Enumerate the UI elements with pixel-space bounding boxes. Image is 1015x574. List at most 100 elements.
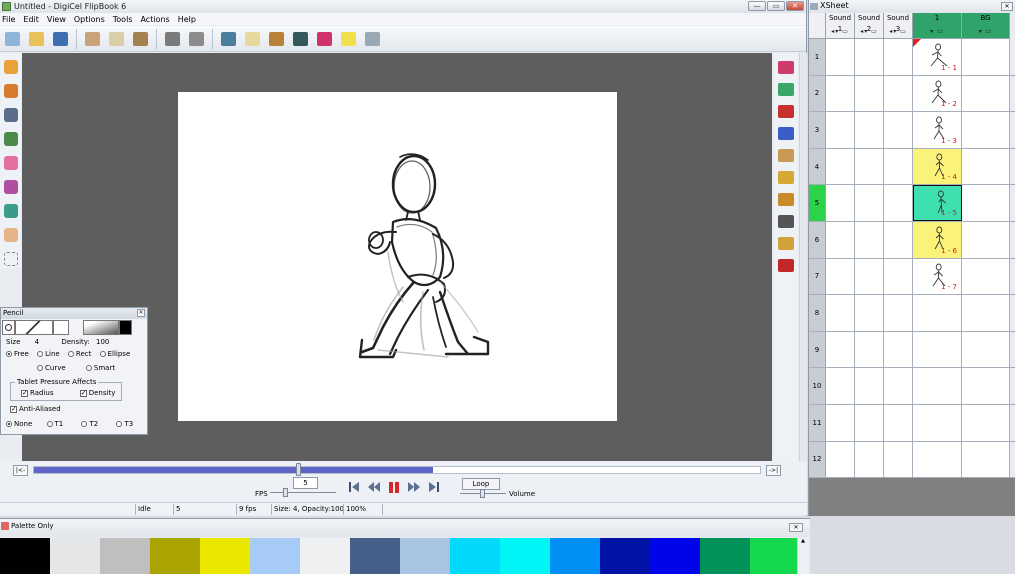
frame-number[interactable]: 10 <box>809 368 826 404</box>
xsheet-column-header[interactable]: 1 ▾ ▭ <box>913 13 962 39</box>
antialias-checkbox[interactable]: ✓ Anti-Aliased <box>10 405 61 413</box>
palette-swatch[interactable] <box>0 538 50 574</box>
hand-tool[interactable] <box>2 225 19 244</box>
soft-brush-icon[interactable] <box>53 320 69 335</box>
fps-slider-thumb[interactable] <box>283 488 288 497</box>
undo-hand-button[interactable] <box>162 28 183 49</box>
frame-number[interactable]: 11 <box>809 404 826 441</box>
sound-cell[interactable] <box>826 331 855 368</box>
bg-cell[interactable] <box>962 148 1010 185</box>
sound-cell[interactable] <box>855 331 884 368</box>
drawing-paper[interactable] <box>178 92 617 421</box>
sound-cell[interactable] <box>884 295 913 331</box>
sound-cell[interactable] <box>855 368 884 404</box>
palette-swatch[interactable] <box>500 538 550 574</box>
canvas-scrollbar[interactable] <box>799 53 807 461</box>
arrow-left-button[interactable] <box>776 256 795 275</box>
palette-swatch[interactable] <box>650 538 700 574</box>
save-disk-button[interactable] <box>50 28 71 49</box>
xsheet-column-header[interactable]: Sound 1 ◂▾ ▭ <box>826 13 855 39</box>
bg-cell[interactable] <box>962 39 1010 75</box>
open-folder-button[interactable] <box>26 28 47 49</box>
palette-swatch[interactable] <box>550 538 600 574</box>
sound-cell[interactable] <box>826 404 855 441</box>
frame-number[interactable]: 4 <box>809 148 826 185</box>
sound-cell[interactable] <box>826 295 855 331</box>
column-controls-icon[interactable]: ◂▾ ▭ <box>826 26 854 36</box>
palette-swatch[interactable] <box>100 538 150 574</box>
fast-forward-button[interactable] <box>407 479 421 494</box>
sound-cell[interactable] <box>855 404 884 441</box>
last-frame-button[interactable] <box>427 479 441 494</box>
sound-cell[interactable] <box>826 185 855 221</box>
copy-button[interactable] <box>106 28 127 49</box>
sound-cell[interactable] <box>884 331 913 368</box>
sound-cell[interactable] <box>826 441 855 478</box>
sound-cell[interactable] <box>826 148 855 185</box>
menu-tools[interactable]: Tools <box>113 15 133 24</box>
go-to-start-button[interactable]: |<- <box>13 465 28 476</box>
layer-frame-cell[interactable] <box>913 368 962 404</box>
sound-cell[interactable] <box>884 258 913 295</box>
bg-cell[interactable] <box>962 441 1010 478</box>
pause-button[interactable] <box>387 479 401 494</box>
fill-tool[interactable] <box>2 201 19 220</box>
redo-hand-button[interactable] <box>186 28 207 49</box>
texture-none-radio[interactable]: None <box>6 420 32 428</box>
fps-slider[interactable] <box>270 492 336 496</box>
round-brush-icon[interactable] <box>2 320 15 335</box>
blue-page-button[interactable] <box>776 124 795 143</box>
radius-checkbox[interactable]: ✓ Radius <box>21 389 53 397</box>
palette-close-button[interactable]: ✕ <box>789 523 803 532</box>
menu-file[interactable]: File <box>2 15 15 24</box>
sound-cell[interactable] <box>826 39 855 75</box>
sound-cell[interactable] <box>855 39 884 75</box>
bg-cell[interactable] <box>962 75 1010 112</box>
sound-cell[interactable] <box>826 221 855 258</box>
light-bulb-button[interactable] <box>338 28 359 49</box>
key-frame-button[interactable] <box>776 168 795 187</box>
frame-number[interactable]: 8 <box>809 295 826 331</box>
sound-cell[interactable] <box>884 75 913 112</box>
sound-cell[interactable] <box>826 258 855 295</box>
sound-cell[interactable] <box>855 75 884 112</box>
size-value[interactable]: 4 <box>35 338 39 346</box>
sound-cell[interactable] <box>855 148 884 185</box>
flip-page-button[interactable] <box>776 58 795 77</box>
palette-swatch[interactable] <box>200 538 250 574</box>
sound-cell[interactable] <box>855 295 884 331</box>
frame-number[interactable]: 2 <box>809 75 826 112</box>
scissors-button[interactable] <box>82 28 103 49</box>
ink-page-button[interactable] <box>776 102 795 121</box>
menu-help[interactable]: Help <box>178 15 196 24</box>
menu-options[interactable]: Options <box>74 15 105 24</box>
stack-page-button[interactable] <box>776 146 795 165</box>
sound-cell[interactable] <box>855 441 884 478</box>
pencil-tool[interactable] <box>2 57 19 76</box>
bg-cell[interactable] <box>962 331 1010 368</box>
bg-cell[interactable] <box>962 185 1010 221</box>
palette-swatch[interactable] <box>450 538 500 574</box>
layer-frame-cell[interactable]: 1 - 3 <box>913 112 962 148</box>
rewind-button[interactable] <box>367 479 381 494</box>
sound-cell[interactable] <box>884 404 913 441</box>
mode-rect-radio[interactable]: Rect <box>67 350 91 358</box>
sound-cell[interactable] <box>855 258 884 295</box>
palette-scrollbar[interactable]: ▲ <box>797 538 808 574</box>
palette-swatch[interactable] <box>250 538 300 574</box>
frame-number[interactable]: 5 <box>809 185 826 221</box>
sound-cell[interactable] <box>884 221 913 258</box>
minimize-button[interactable]: — <box>748 1 766 11</box>
layer-frame-cell[interactable]: 1 - 6 <box>913 221 962 258</box>
column-controls-icon[interactable]: ◂▾ ▭ <box>884 26 912 36</box>
palette-swatch[interactable] <box>750 538 800 574</box>
key-gold-button[interactable] <box>776 234 795 253</box>
pencil-panel-close-button[interactable]: × <box>137 309 145 317</box>
palette-swatch[interactable] <box>600 538 650 574</box>
paint-page-button[interactable] <box>776 80 795 99</box>
frame-number[interactable]: 7 <box>809 258 826 295</box>
palette-button[interactable] <box>266 28 287 49</box>
eraser-button[interactable] <box>242 28 263 49</box>
frame-number[interactable]: 6 <box>809 221 826 258</box>
timeline-thumb[interactable] <box>296 463 301 476</box>
